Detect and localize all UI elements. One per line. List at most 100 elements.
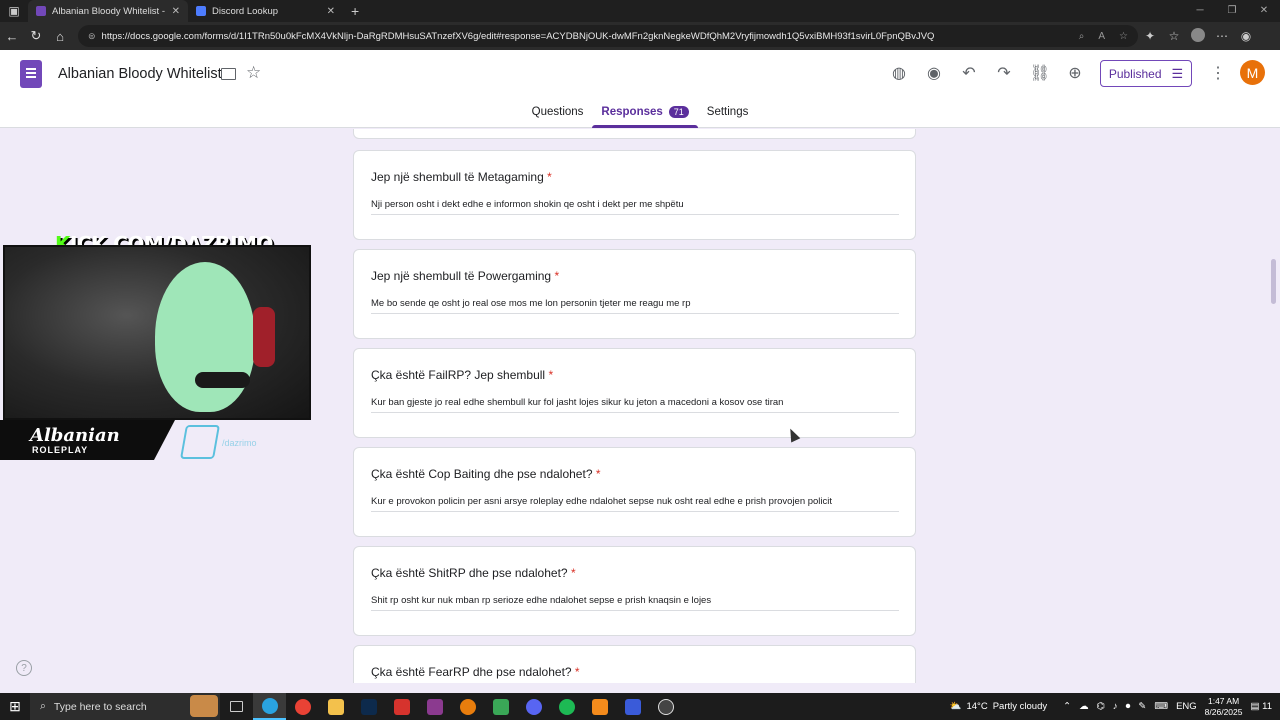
favorites-icon[interactable]: ☆ [1162, 29, 1186, 43]
mask-eye-hole [195, 372, 250, 388]
fivem-app-icon[interactable] [616, 693, 649, 720]
answer-text: Shit rp osht kur nuk mban rp serioze edh… [371, 595, 899, 611]
minimize-icon[interactable]: ─ [1184, 0, 1216, 22]
photoshop-app-icon[interactable] [352, 693, 385, 720]
tab-responses[interactable]: Responses 71 [592, 106, 699, 128]
avatar[interactable]: M [1240, 60, 1265, 85]
window-controls: ─ ❐ ✕ [1184, 0, 1280, 22]
server-logo: Albanian [30, 425, 120, 446]
close-tab-icon[interactable]: ✕ [327, 6, 335, 17]
keyboard-icon[interactable]: ⌨ [1154, 701, 1168, 712]
question-card: Jep një shembull të Powergaming * Me bo … [353, 249, 916, 339]
address-bar[interactable]: ⊜ https://docs.google.com/forms/d/1I1TRn… [78, 25, 1138, 47]
answer-text: Kur ban gjeste jo real edhe shembull kur… [371, 397, 899, 413]
back-icon[interactable]: ← [0, 29, 24, 44]
tab-title: Discord Lookup [212, 5, 279, 17]
read-aloud-icon[interactable]: A [1098, 31, 1105, 42]
microphone-icon[interactable]: ⏺ [1126, 701, 1131, 712]
browser-tab-discord[interactable]: Discord Lookup ✕ [188, 0, 343, 22]
undo-icon[interactable]: ↶ [958, 63, 980, 83]
redo-icon[interactable]: ↷ [993, 63, 1015, 83]
chrome-app-icon[interactable] [286, 693, 319, 720]
discord-app-icon[interactable] [517, 693, 550, 720]
task-view-icon[interactable] [220, 693, 253, 720]
answer-text: Kur e provokon policin per asni arsye ro… [371, 496, 899, 512]
system-clock[interactable]: 1:47 AM 8/26/2025 [1205, 696, 1243, 718]
notifications-icon[interactable]: ▤ 11 [1251, 701, 1273, 712]
onedrive-icon[interactable]: ☁ [1079, 701, 1089, 712]
windows-start-icon[interactable]: ⊞ [0, 698, 30, 715]
input-language[interactable]: ENG [1176, 701, 1197, 712]
pen-icon[interactable]: ✎ [1138, 701, 1146, 712]
browser-tab-forms[interactable]: Albanian Bloody Whitelist - Goog ✕ [28, 0, 188, 22]
close-window-icon[interactable]: ✕ [1248, 0, 1280, 22]
site-info-icon[interactable]: ⊜ [88, 31, 96, 42]
streamer-mask [155, 262, 255, 412]
taskbar-search[interactable]: ⌕ Type here to search [30, 693, 220, 720]
tab-actions-icon[interactable]: ▣ [0, 0, 28, 22]
copilot-icon[interactable]: ◉ [1234, 29, 1258, 43]
discord-logo-icon [180, 425, 220, 459]
volume-icon[interactable]: ♪ [1113, 701, 1118, 712]
tab-questions[interactable]: Questions [523, 106, 593, 128]
search-highlight-image [190, 695, 218, 717]
clock-time: 1:47 AM [1207, 695, 1240, 706]
close-tab-icon[interactable]: ✕ [172, 6, 180, 17]
question-card: Çka është Cop Baiting dhe pse ndalohet? … [353, 447, 916, 537]
move-to-folder-icon[interactable] [221, 68, 236, 80]
answer-text: Me bo sende qe osht jo real ose mos me l… [371, 298, 899, 314]
search-icon: ⌕ [40, 700, 46, 712]
reload-icon[interactable]: ↻ [24, 28, 48, 44]
winrar-app-icon[interactable] [418, 693, 451, 720]
clock-date: 8/26/2025 [1204, 706, 1243, 717]
store-app-icon[interactable] [484, 693, 517, 720]
google-forms-logo-icon[interactable] [20, 60, 42, 88]
zoom-icon[interactable]: ⌕ [1079, 31, 1085, 42]
extensions-icon[interactable]: ✦ [1138, 29, 1162, 43]
profile-icon[interactable] [1186, 27, 1210, 45]
webcam-overlay [3, 245, 311, 420]
publish-settings-icon: ☰ [1171, 65, 1184, 81]
forms-header: Albanian Bloody Whitelist ☆ ◍ ◉ ↶ ↷ ⛓ ⊕ … [0, 50, 1280, 128]
home-icon[interactable]: ⌂ [48, 29, 72, 44]
discord-lookup-favicon-icon [196, 6, 206, 16]
url-text: https://docs.google.com/forms/d/1I1TRn50… [101, 30, 935, 42]
show-hidden-icons-icon[interactable]: ⌃ [1063, 701, 1071, 712]
star-icon[interactable]: ☆ [246, 63, 261, 83]
acrobat-app-icon[interactable] [385, 693, 418, 720]
restore-icon[interactable]: ❐ [1216, 0, 1248, 22]
question-title: Çka është Cop Baiting dhe pse ndalohet? … [371, 467, 601, 481]
help-icon[interactable]: ? [16, 660, 32, 676]
tab-title: Albanian Bloody Whitelist - Goog [52, 5, 166, 17]
page-scrollbar[interactable] [1271, 259, 1276, 304]
published-label: Published [1108, 66, 1162, 81]
question-card: Çka është FailRP? Jep shembull * Kur ban… [353, 348, 916, 438]
palette-icon[interactable]: ◍ [888, 63, 910, 83]
vlc-app-icon[interactable] [583, 693, 616, 720]
question-title: Jep një shembull të Metagaming * [371, 170, 552, 184]
question-card: Jep një shembull të Metagaming * Nji per… [353, 150, 916, 240]
question-title: Çka është FearRP dhe pse ndalohet? * [371, 665, 580, 679]
settings-more-icon[interactable]: ⋯ [1210, 29, 1234, 43]
tab-label: Settings [706, 106, 749, 118]
more-options-icon[interactable]: ⋮ [1210, 63, 1226, 83]
add-collaborator-icon[interactable]: ⊕ [1064, 63, 1086, 83]
favorite-star-icon[interactable]: ☆ [1119, 31, 1128, 42]
temperature: 14°C [966, 701, 988, 712]
preview-eye-icon[interactable]: ◉ [923, 63, 945, 83]
question-card: Çka është FearRP dhe pse ndalohet? * [353, 645, 916, 683]
new-tab-button[interactable]: + [351, 3, 359, 19]
published-button[interactable]: Published ☰ [1100, 60, 1192, 87]
spotify-app-icon[interactable] [550, 693, 583, 720]
form-title[interactable]: Albanian Bloody Whitelist [58, 66, 222, 82]
link-icon[interactable]: ⛓ [1029, 63, 1051, 83]
file-explorer-icon[interactable] [319, 693, 352, 720]
edge-app-icon[interactable] [253, 693, 286, 720]
tab-settings[interactable]: Settings [698, 106, 758, 128]
headset [253, 307, 275, 367]
network-icon[interactable]: ⌬ [1097, 701, 1105, 712]
notification-count: 11 [1262, 701, 1272, 712]
blender-app-icon[interactable] [451, 693, 484, 720]
obs-app-icon[interactable] [649, 693, 682, 720]
weather-widget[interactable]: ⛅ 14°C Partly cloudy [950, 701, 1047, 712]
